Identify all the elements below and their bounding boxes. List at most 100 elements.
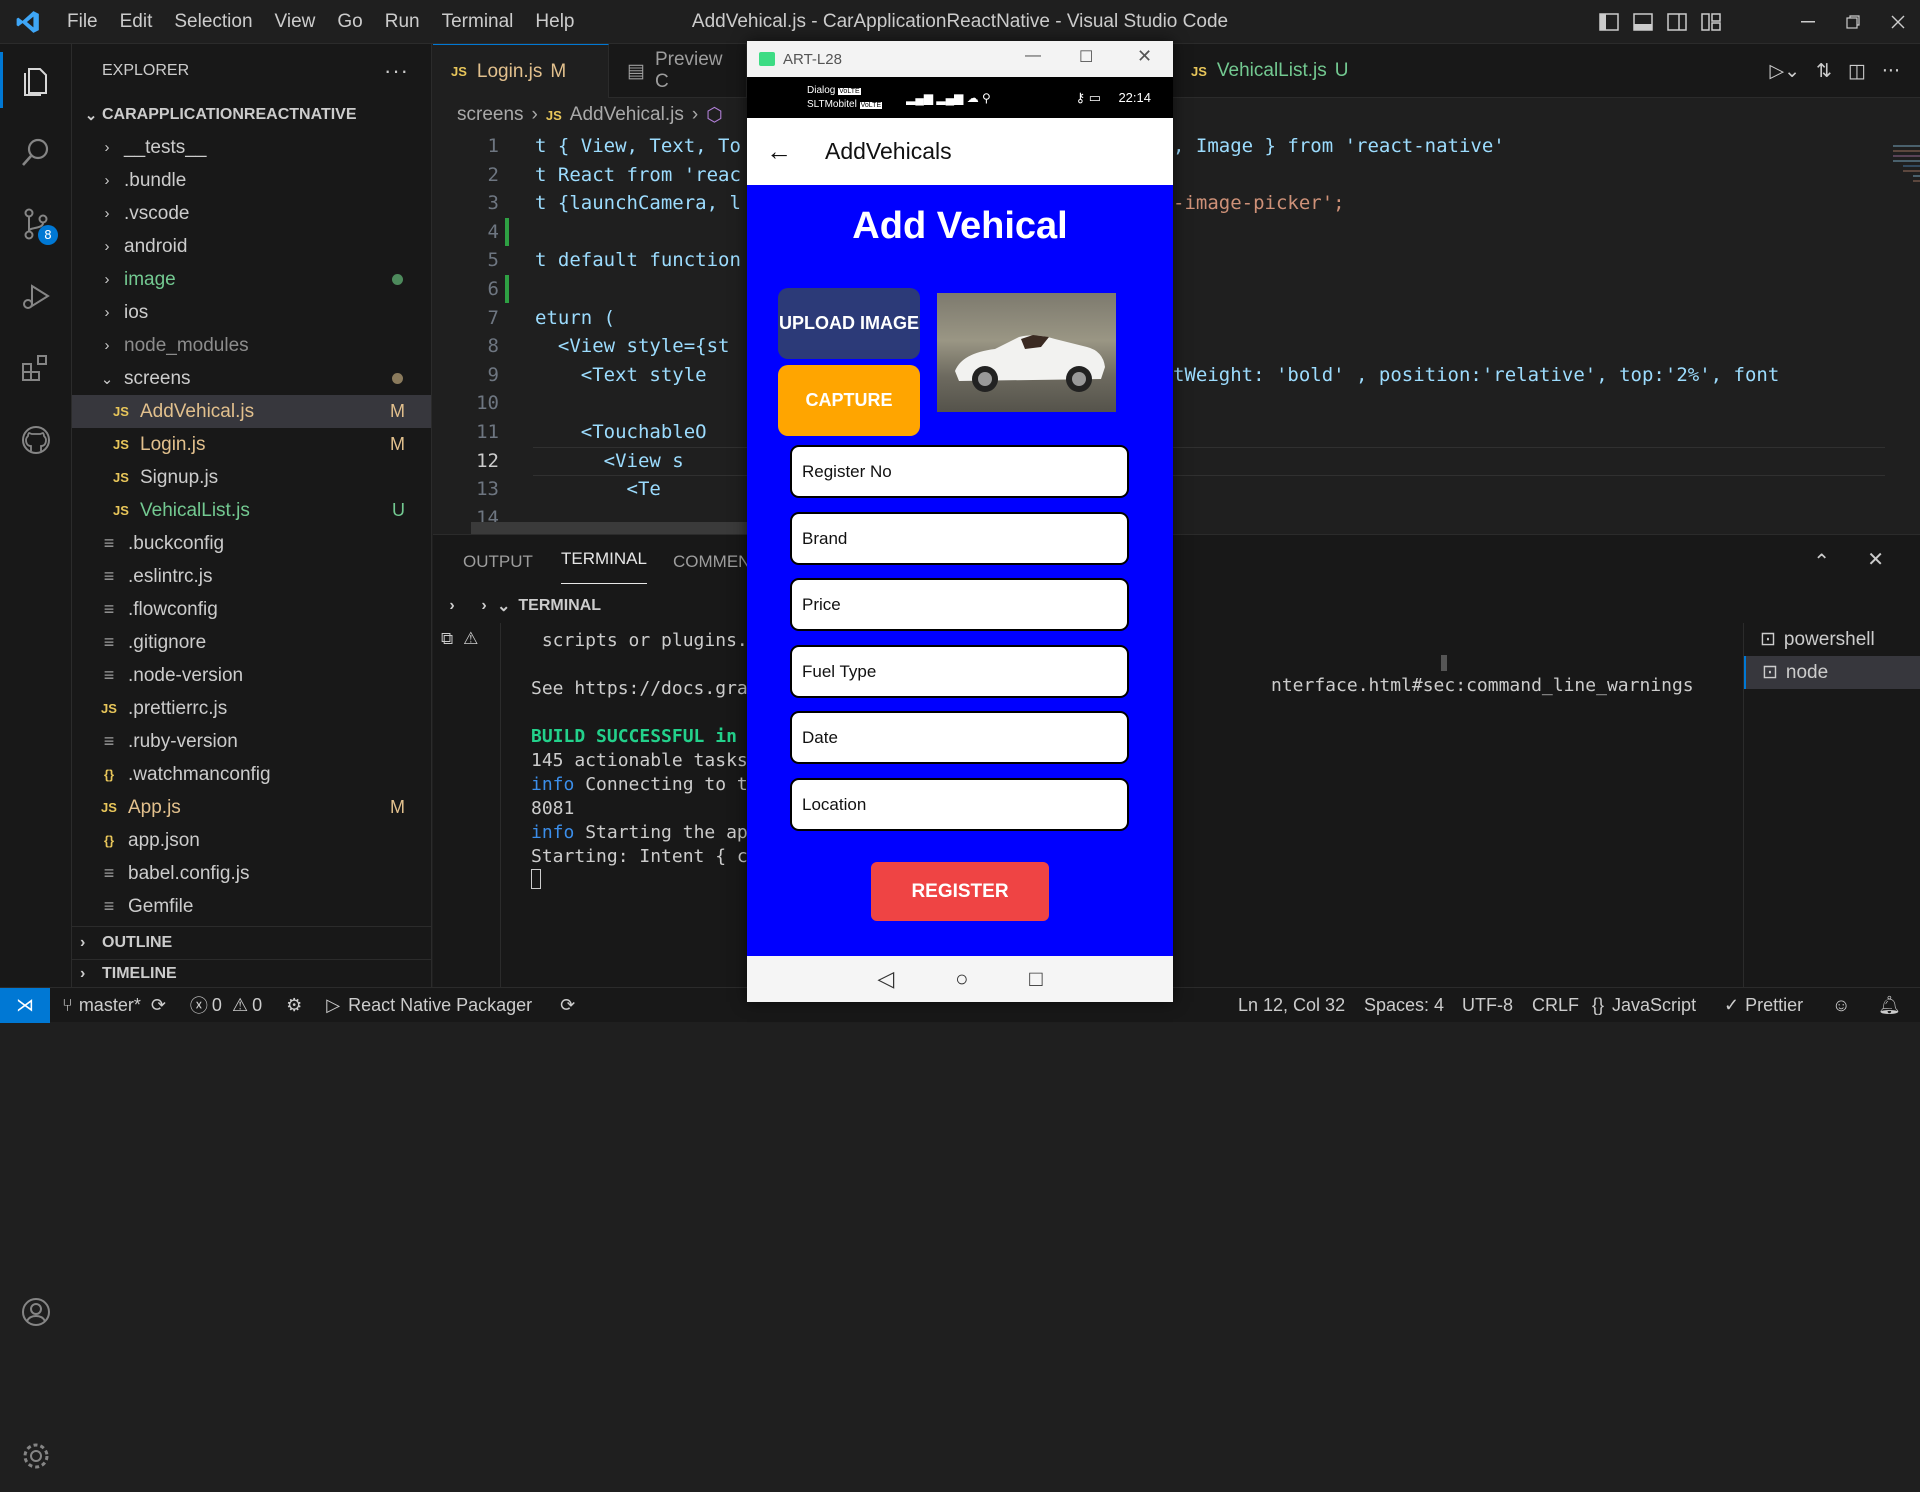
cursor-position[interactable]: Ln 12, Col 32 (1238, 995, 1345, 1016)
tab-output[interactable]: OUTPUT (463, 535, 533, 589)
tree-item[interactable]: JS Login.js M (72, 428, 431, 461)
upload-image-button[interactable]: UPLOAD IMAGE (778, 288, 920, 359)
chevron-right-icon[interactable]: › (471, 597, 497, 615)
maximize-panel-icon[interactable]: ⌃ (1813, 549, 1830, 573)
language-mode[interactable]: {} JavaScript (1592, 995, 1696, 1016)
tab-terminal[interactable]: TERMINAL (561, 535, 647, 584)
explorer-icon[interactable] (0, 44, 72, 116)
capture-button[interactable]: CAPTURE (778, 365, 920, 436)
tree-item[interactable]: JS Signup.js (72, 461, 431, 494)
menu-selection[interactable]: Selection (163, 11, 263, 33)
debug-icon[interactable]: ⚙ (286, 995, 302, 1016)
tree-item[interactable]: › __tests__ (72, 131, 431, 164)
packager-indicator[interactable]: ▷ React Native Packager ⟳ (326, 995, 575, 1016)
timeline-section[interactable]: › TIMELINE (72, 959, 432, 987)
tree-item[interactable]: › node_modules (72, 329, 431, 362)
menu-run[interactable]: Run (374, 11, 431, 33)
location-field[interactable]: Location (790, 778, 1129, 831)
menu-go[interactable]: Go (326, 11, 373, 33)
problems-indicator[interactable]: ⓧ 0 ⚠ 0 (190, 992, 262, 1018)
register-button[interactable]: REGISTER (871, 862, 1049, 921)
tree-item[interactable]: ≡ .node-version (72, 659, 431, 692)
encoding[interactable]: UTF-8 (1462, 995, 1513, 1016)
compare-icon[interactable]: ⇅ (1816, 60, 1832, 82)
breadcrumb-file[interactable]: AddVehical.js (570, 104, 684, 126)
menu-edit[interactable]: Edit (109, 11, 164, 33)
tree-item[interactable]: ≡ .gitignore (72, 626, 431, 659)
menu-help[interactable]: Help (524, 11, 585, 33)
tree-item[interactable]: ≡ .flowconfig (72, 593, 431, 626)
code-editor[interactable]: 1 2 3 4 5 6 7 8 9 10 11 12 13 14 t { View, Text, To t … (433, 132, 1920, 534)
brand-field[interactable]: Brand (790, 512, 1129, 565)
more-actions-icon[interactable]: ··· (1882, 60, 1900, 82)
close-window-icon[interactable] (1875, 0, 1920, 44)
tab-preview[interactable]: ▤ Preview C (609, 44, 747, 98)
tree-item[interactable]: ≡ .eslintrc.js (72, 560, 431, 593)
indentation[interactable]: Spaces: 4 (1364, 995, 1444, 1016)
tree-item[interactable]: JS App.js M (72, 791, 431, 824)
nav-recents-icon[interactable]: □ (1029, 966, 1042, 992)
prettier-indicator[interactable]: ✓ Prettier (1724, 995, 1803, 1016)
feedback-icon[interactable]: ☺ (1832, 995, 1850, 1016)
register-no-field[interactable]: Register No (790, 445, 1129, 498)
minimap[interactable] (1893, 142, 1920, 442)
menu-view[interactable]: View (264, 11, 327, 33)
menu-file[interactable]: File (56, 11, 109, 33)
sync-icon[interactable]: ⟳ (151, 995, 166, 1016)
tree-item[interactable]: ≡ .ruby-version (72, 725, 431, 758)
sync-icon[interactable]: ⟳ (560, 995, 575, 1016)
tree-item[interactable]: › .bundle (72, 164, 431, 197)
project-root[interactable]: ⌄ CARAPPLICATIONREACTNATIVE (72, 98, 431, 131)
date-field[interactable]: Date (790, 711, 1129, 764)
shell-node[interactable]: ⊡ node (1744, 656, 1920, 689)
shell-powershell[interactable]: ⊡ powershell (1744, 623, 1920, 656)
tree-item[interactable]: › .vscode (72, 197, 431, 230)
notifications-bell-icon[interactable]: 🔔︎ (1878, 995, 1901, 1016)
toggle-sidebar-icon[interactable] (1592, 0, 1626, 44)
run-debug-icon[interactable] (0, 260, 72, 332)
terminal-scrollbar[interactable] (1441, 655, 1447, 671)
tree-item[interactable]: JS AddVehical.js M (72, 395, 431, 428)
tab-login[interactable]: JS Login.js M (433, 44, 609, 98)
back-arrow-icon[interactable]: ← (747, 136, 811, 167)
tree-item[interactable]: JS .prettierrc.js (72, 692, 431, 725)
tab-comments[interactable]: COMMEN (673, 535, 750, 589)
tree-item[interactable]: › image (72, 263, 431, 296)
github-icon[interactable] (0, 404, 72, 476)
minimize-icon[interactable] (1785, 0, 1830, 44)
tree-item[interactable]: ≡ .buckconfig (72, 527, 431, 560)
source-control-icon[interactable]: 8 (0, 188, 72, 260)
terminal-link-icon[interactable]: ⧉ (441, 629, 453, 649)
line-endings[interactable]: CRLF (1532, 995, 1579, 1016)
maximize-icon[interactable]: ☐ (1079, 47, 1093, 67)
search-icon[interactable] (0, 116, 72, 188)
terminal-section-header[interactable]: › › ⌄ TERMINAL (433, 589, 1920, 623)
extensions-icon[interactable] (0, 332, 72, 404)
more-actions-icon[interactable]: ··· (384, 58, 409, 84)
menu-terminal[interactable]: Terminal (431, 11, 525, 33)
tab-vehicallist[interactable]: JS VehicalList.js U (1173, 44, 1373, 98)
branch-indicator[interactable]: ⑂ master* ⟳ (62, 995, 166, 1016)
toggle-panel-icon[interactable] (1626, 0, 1660, 44)
tree-item[interactable]: ≡ babel.config.js (72, 857, 431, 890)
tree-item[interactable]: › ios (72, 296, 431, 329)
price-field[interactable]: Price (790, 578, 1129, 631)
tree-item[interactable]: {} app.json (72, 824, 431, 857)
tree-item[interactable]: ≡ Gemfile (72, 890, 431, 923)
fuel-type-field[interactable]: Fuel Type (790, 645, 1129, 698)
close-panel-icon[interactable]: ✕ (1867, 547, 1884, 571)
warning-icon[interactable]: ⚠ (463, 629, 478, 649)
remote-indicator-icon[interactable]: ⋊ (0, 987, 50, 1023)
nav-back-icon[interactable]: ◁ (877, 966, 894, 992)
customize-layout-icon[interactable] (1694, 0, 1728, 44)
close-icon[interactable]: ✕ (1137, 46, 1152, 67)
run-icon[interactable]: ▷⌄ (1769, 60, 1800, 82)
tree-item[interactable]: ⌄ screens (72, 362, 431, 395)
settings-gear-icon[interactable] (0, 1420, 72, 1492)
tree-item[interactable]: JS VehicalList.js U (72, 494, 431, 527)
toggle-secondary-sidebar-icon[interactable] (1660, 0, 1694, 44)
accounts-icon[interactable] (0, 1276, 72, 1348)
tree-item[interactable]: {} .watchmanconfig (72, 758, 431, 791)
minimize-icon[interactable]: — (1025, 47, 1041, 65)
split-editor-icon[interactable]: ◫ (1848, 60, 1866, 82)
